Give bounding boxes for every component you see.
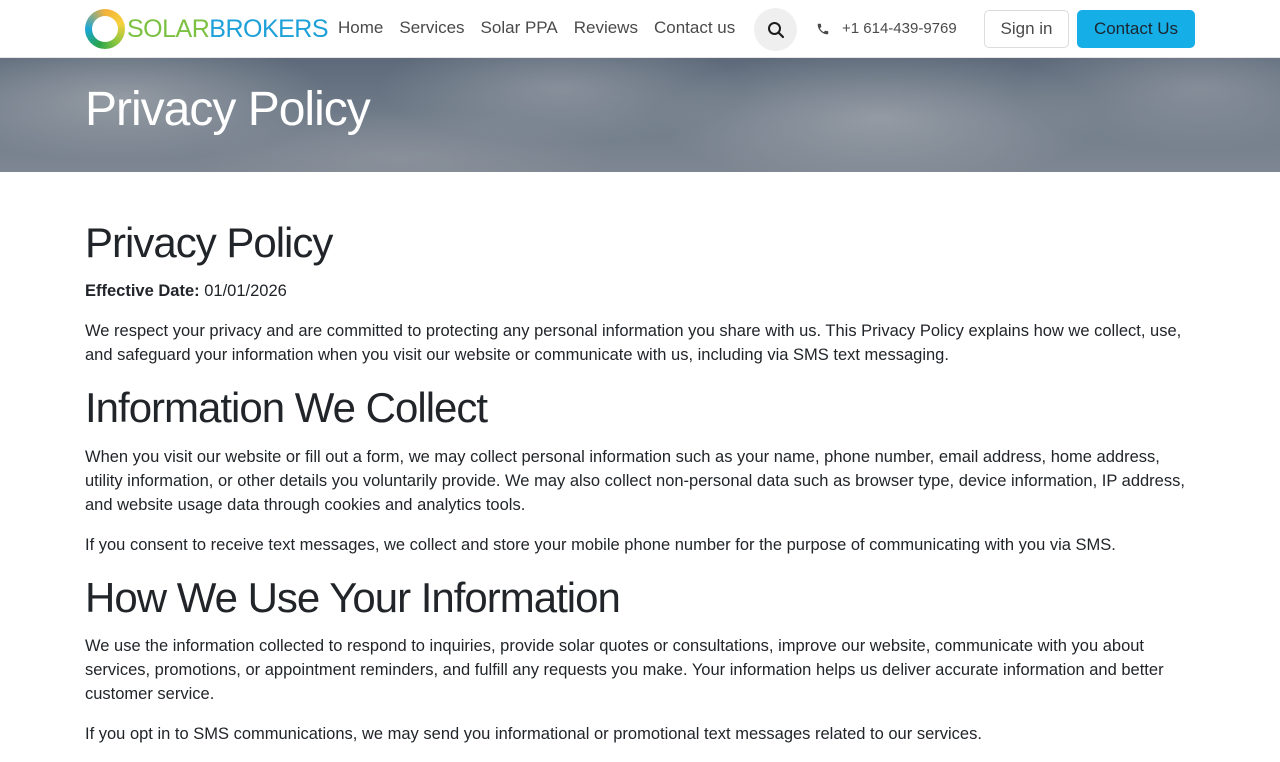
nav-reviews[interactable]: Reviews bbox=[574, 18, 638, 38]
use-paragraph-1: We use the information collected to resp… bbox=[85, 637, 1164, 704]
nav-services[interactable]: Services bbox=[399, 18, 464, 38]
section-heading-collect: Information We Collect bbox=[85, 384, 488, 432]
brand-name-brokers: BROKERS bbox=[209, 14, 329, 43]
phone-icon bbox=[817, 23, 829, 34]
main-content: Privacy Policy Effective Date: 01/01/202… bbox=[85, 218, 1195, 762]
effective-date-label: Effective Date: bbox=[85, 282, 200, 301]
intro-paragraph: We respect your privacy and are committe… bbox=[85, 322, 1182, 365]
collect-paragraph-1: When you visit our website or fill out a… bbox=[85, 447, 1185, 514]
section-heading-use: How We Use Your Information bbox=[85, 573, 621, 621]
search-icon bbox=[767, 21, 784, 38]
phone-link[interactable]: +1 614-439-9769 bbox=[816, 20, 957, 37]
sign-in-button[interactable]: Sign in bbox=[984, 10, 1069, 48]
site-header: SOLARBROKERS Home Services Solar PPA Rev… bbox=[0, 0, 1280, 58]
main-nav: Home Services Solar PPA Reviews Contact … bbox=[338, 18, 735, 38]
hero-title: Privacy Policy bbox=[85, 83, 371, 136]
phone-number: +1 614-439-9769 bbox=[842, 20, 957, 37]
nav-solar-ppa[interactable]: Solar PPA bbox=[481, 18, 558, 38]
contact-us-button[interactable]: Contact Us bbox=[1077, 10, 1195, 48]
brand-logo[interactable]: SOLARBROKERS bbox=[85, 9, 329, 49]
collect-paragraph-2: If you consent to receive text messages,… bbox=[85, 535, 1116, 554]
brand-name-solar: SOLAR bbox=[127, 14, 210, 43]
page-title: Privacy Policy bbox=[85, 219, 333, 266]
nav-contact-us[interactable]: Contact us bbox=[654, 18, 735, 38]
search-button[interactable] bbox=[754, 8, 797, 51]
solar-ring-logo-icon bbox=[85, 9, 125, 49]
brand-name: SOLARBROKERS bbox=[127, 14, 329, 44]
nav-home[interactable]: Home bbox=[338, 18, 383, 38]
effective-date-value: 01/01/2026 bbox=[204, 282, 287, 301]
hero-banner: Privacy Policy bbox=[0, 58, 1280, 172]
effective-date: Effective Date: 01/01/2026 bbox=[85, 279, 1195, 303]
use-paragraph-2: If you opt in to SMS communications, we … bbox=[85, 725, 982, 744]
